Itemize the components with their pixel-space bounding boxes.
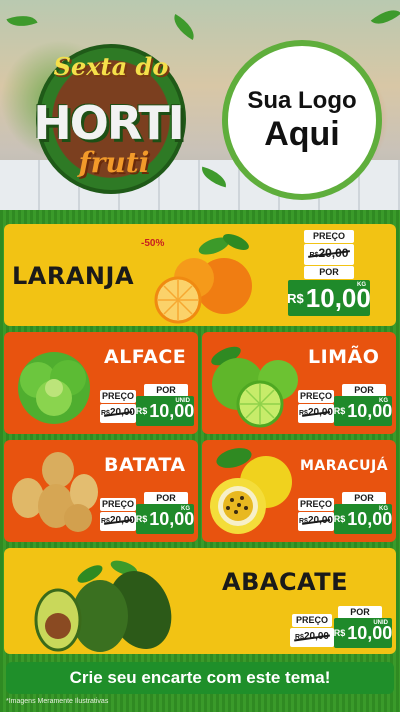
price-label: PREÇO	[298, 390, 334, 403]
leaf-icon	[168, 13, 200, 41]
product-card-limao: LIMÃO PREÇO R$20,00 POR R$10,00 KG	[202, 332, 396, 434]
logo-text-line1: Sua Logo	[247, 86, 357, 114]
unit-label: KG	[357, 282, 366, 288]
new-price: R$ 10,00 UNID	[136, 396, 194, 426]
product-name: LIMÃO	[308, 346, 380, 368]
product-card-laranja: LARANJA -50% PREÇO R$20,00 POR R$10,00 K…	[4, 224, 396, 326]
new-price-currency: R$	[333, 406, 346, 416]
cta-banner-text: Crie seu encarte com este tema!	[69, 668, 331, 687]
event-title-line2: HORTI	[33, 96, 184, 150]
disclaimer-text: *Imagens Meramente Ilustrativas	[6, 698, 109, 705]
store-logo-placeholder: Sua Logo Aqui	[222, 40, 382, 200]
price-label: PREÇO	[292, 614, 332, 627]
unit-label: KG	[379, 398, 388, 404]
event-logo: Sexta do HORTI fruti	[14, 38, 202, 194]
old-price: R$20,00	[298, 404, 334, 423]
new-price-currency: R$	[287, 290, 304, 306]
product-card-alface: ALFACE PREÇO R$20,00 POR R$10,00 UNID	[4, 332, 198, 434]
passion-fruit-icon	[210, 448, 292, 534]
price-label: PREÇO	[100, 390, 136, 403]
price-label: PREÇO	[304, 230, 354, 243]
old-price: R$20,00	[304, 244, 354, 265]
product-name: ABACATE	[222, 568, 349, 596]
event-title-line1: Sexta do	[53, 52, 169, 81]
event-title-line3: fruti	[78, 146, 150, 179]
product-name: MARACUJÁ	[300, 458, 389, 474]
product-name: ALFACE	[104, 346, 187, 368]
old-price: R$20,00	[298, 512, 334, 531]
potato-icon	[12, 452, 98, 532]
new-price: R$ 10,00 KG	[136, 504, 194, 534]
new-price-currency: R$	[135, 514, 148, 524]
old-price: R$20,00	[100, 404, 136, 423]
unit-label: UNID	[175, 398, 190, 404]
orange-icon	[154, 233, 252, 324]
new-price-currency: R$	[333, 628, 346, 638]
unit-label: KG	[379, 506, 388, 512]
product-name: LARANJA	[12, 262, 135, 290]
unit-label: UNID	[373, 620, 388, 626]
product-card-abacate: ABACATE PREÇO R$20,00 POR R$10,00 UNID	[4, 548, 396, 654]
lime-icon	[211, 346, 298, 428]
unit-label: KG	[181, 506, 190, 512]
por-label: POR	[304, 266, 354, 279]
new-price: R$ 10,00 KG	[287, 280, 371, 316]
leaf-icon	[6, 9, 38, 33]
old-price: R$20,00	[290, 628, 334, 647]
logo-text-line2: Aqui	[264, 114, 340, 153]
new-price: R$ 10,00 KG	[334, 396, 392, 426]
new-price: R$ 10,00 UNID	[334, 618, 392, 648]
old-price: R$20,00	[100, 512, 136, 531]
new-price: R$ 10,00 KG	[334, 504, 392, 534]
product-card-maracuja: MARACUJÁ PREÇO R$20,00 POR R$10,00 KG	[202, 440, 396, 542]
new-price-currency: R$	[135, 406, 148, 416]
product-name: BATATA	[104, 454, 186, 476]
avocado-icon	[34, 560, 172, 652]
leaf-icon	[370, 2, 400, 32]
price-label: PREÇO	[100, 498, 136, 511]
new-price-currency: R$	[333, 514, 346, 524]
price-label: PREÇO	[298, 498, 334, 511]
product-card-batata: BATATA PREÇO R$20,00 POR R$10,00 KG	[4, 440, 198, 542]
lettuce-icon	[18, 352, 90, 424]
cta-banner[interactable]: Crie seu encarte com este tema!	[6, 662, 394, 694]
